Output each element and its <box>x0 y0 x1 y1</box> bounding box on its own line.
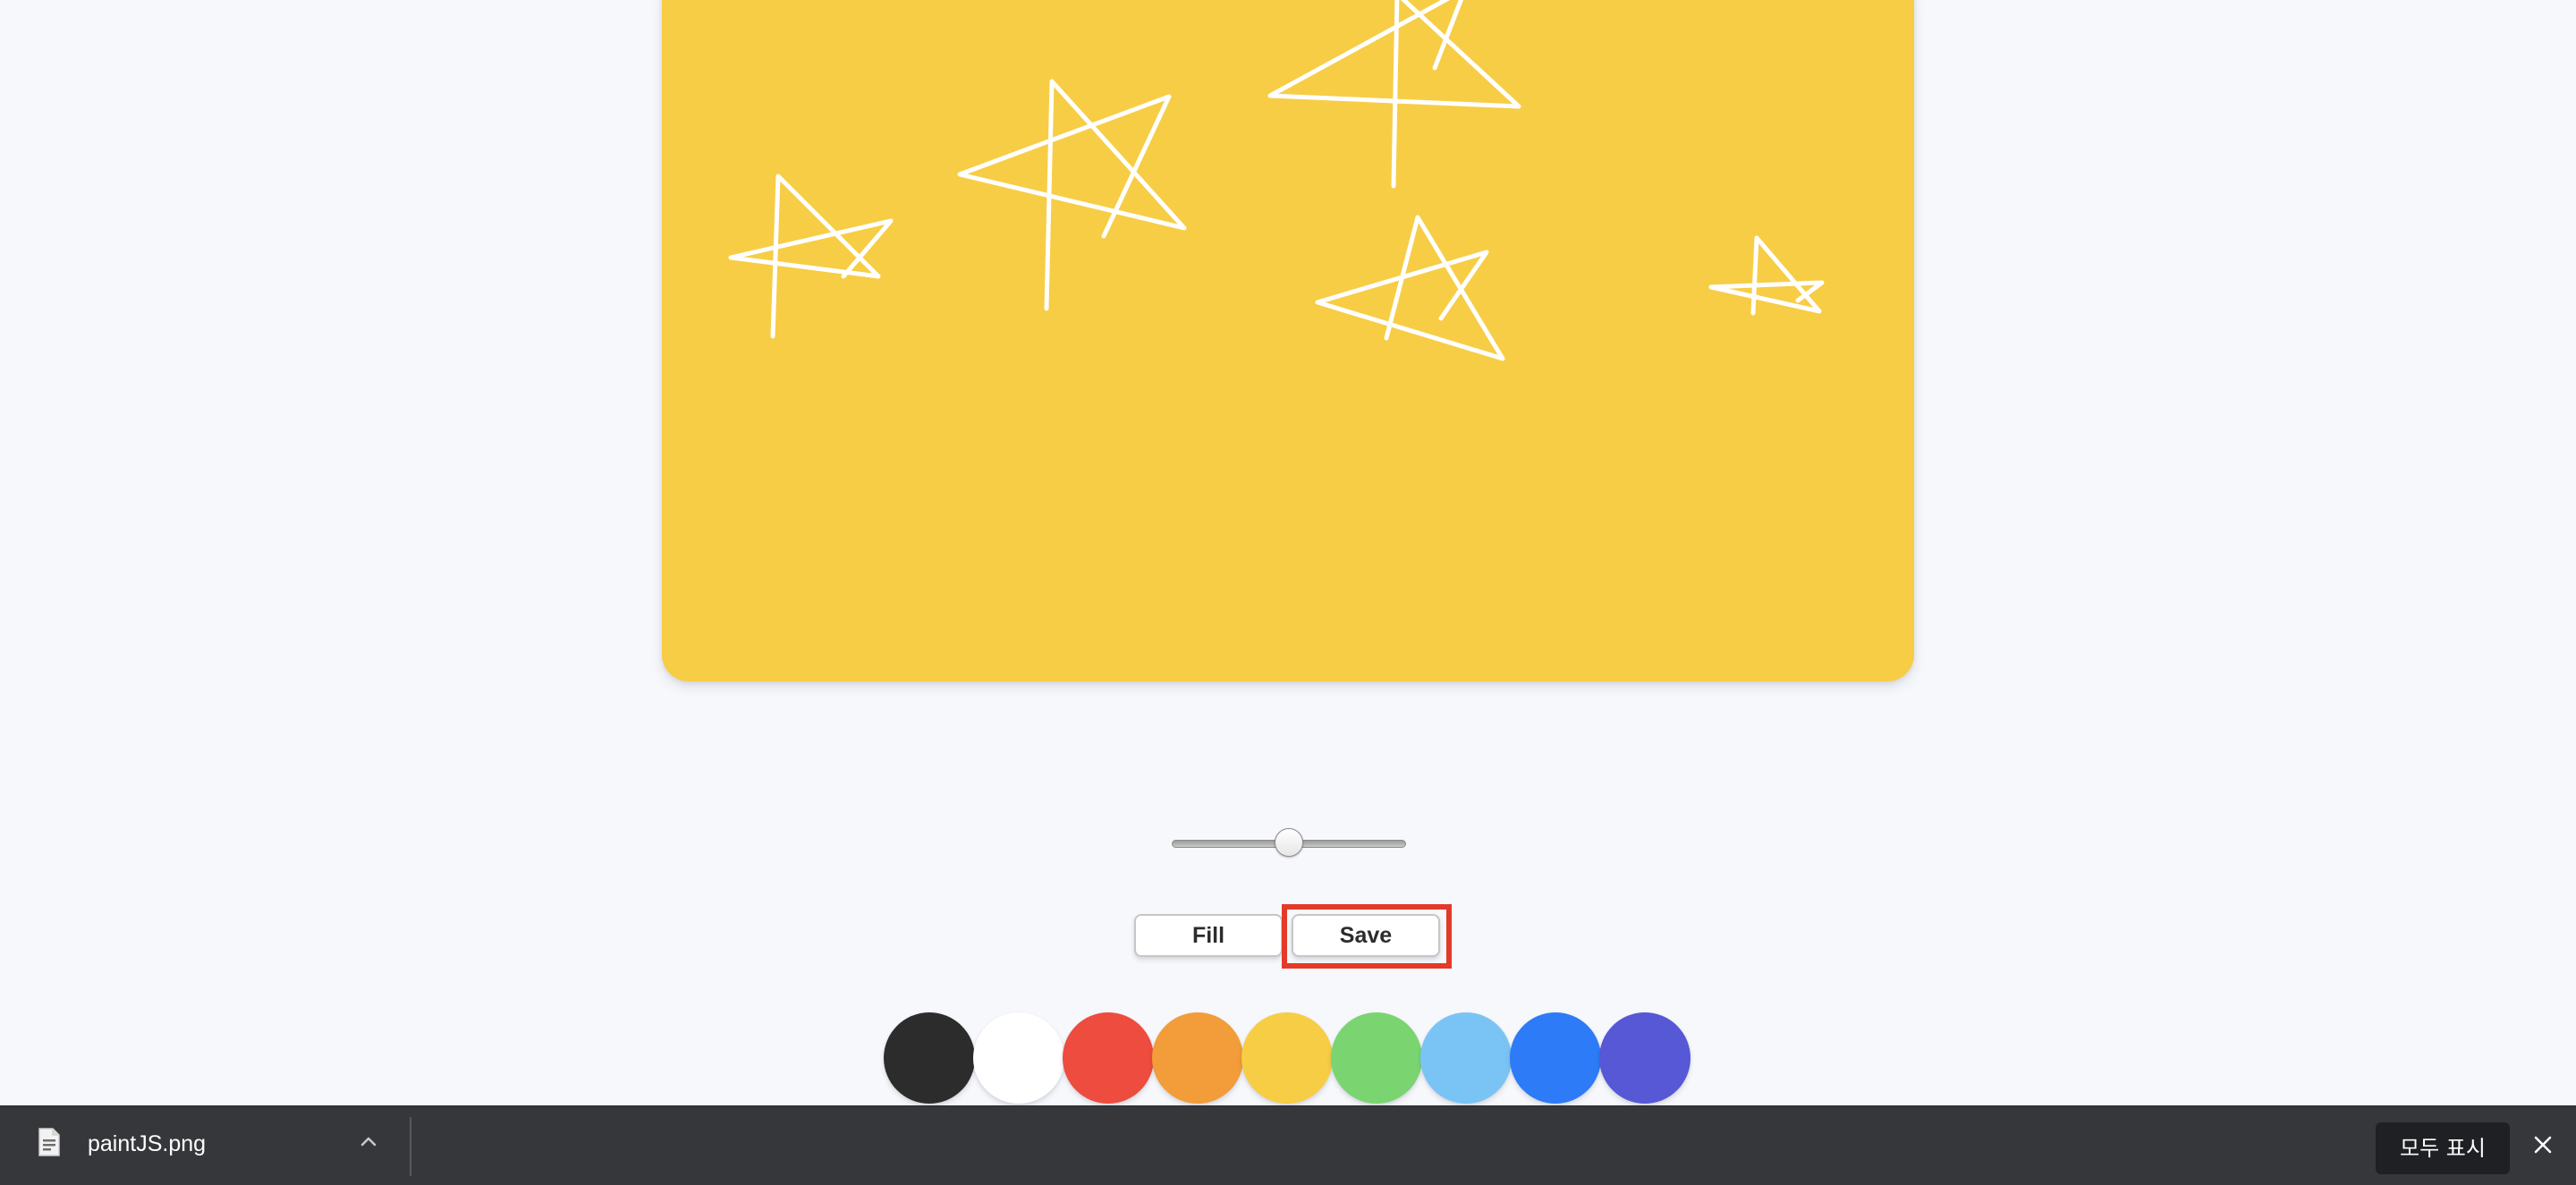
download-bar-divider <box>410 1117 411 1176</box>
fill-button[interactable]: Fill <box>1134 914 1283 957</box>
color-swatch[interactable] <box>1331 1012 1422 1104</box>
color-swatch[interactable] <box>1510 1012 1601 1104</box>
color-swatch[interactable] <box>1420 1012 1512 1104</box>
color-palette <box>884 1012 1782 1105</box>
brush-size-slider[interactable] <box>1172 826 1406 859</box>
color-swatch[interactable] <box>884 1012 975 1104</box>
star-stroke <box>728 174 894 339</box>
canvas-drawing <box>728 0 1825 361</box>
paint-canvas[interactable] <box>662 0 1914 681</box>
save-button[interactable]: Save <box>1292 914 1440 957</box>
color-swatch[interactable] <box>1152 1012 1243 1104</box>
star-stroke <box>957 79 1187 311</box>
download-bar: paintJS.png 모두 표시 <box>0 1105 2576 1185</box>
slider-thumb[interactable] <box>1275 828 1303 857</box>
star-stroke <box>1708 235 1825 316</box>
color-swatch[interactable] <box>1063 1012 1154 1104</box>
document-icon <box>38 1128 60 1156</box>
page-viewport: Fill Save <box>0 0 2576 1105</box>
close-icon[interactable] <box>2531 1133 2555 1156</box>
show-all-button[interactable]: 모두 표시 <box>2376 1122 2510 1174</box>
color-swatch[interactable] <box>1599 1012 1690 1104</box>
color-swatch[interactable] <box>973 1012 1064 1104</box>
star-stroke <box>1315 215 1505 361</box>
star-stroke <box>1267 0 1521 189</box>
download-file-name[interactable]: paintJS.png <box>88 1131 206 1157</box>
color-swatch[interactable] <box>1241 1012 1333 1104</box>
chevron-up-icon[interactable] <box>356 1130 381 1155</box>
